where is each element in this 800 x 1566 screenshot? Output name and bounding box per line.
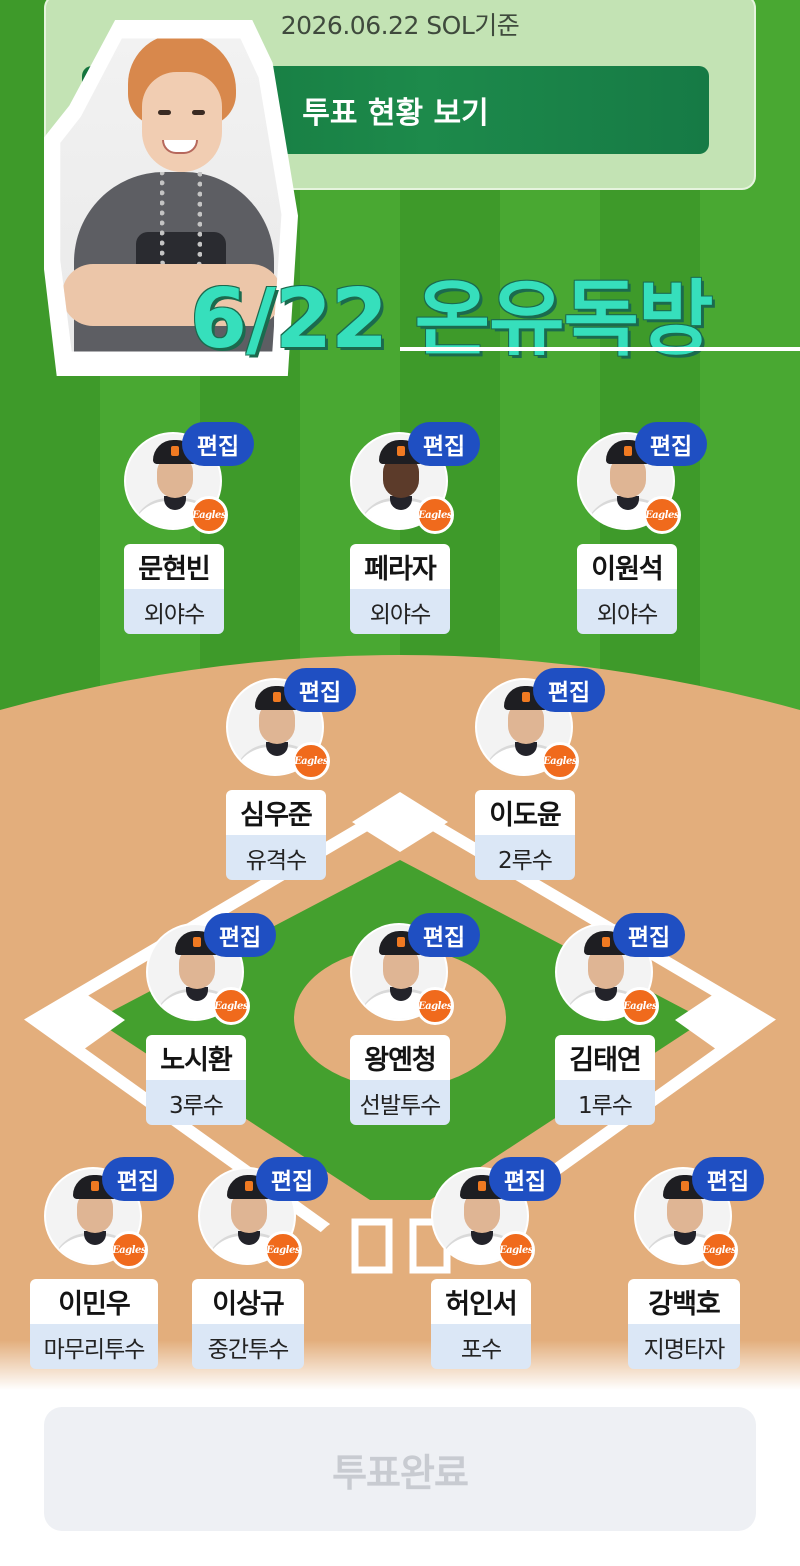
player-card: 노시환 3루수 — [146, 1035, 246, 1125]
player-name: 문현빈 — [124, 544, 224, 589]
player-name: 왕옌청 — [350, 1035, 450, 1080]
player-name: 심우준 — [226, 790, 326, 835]
player-name: 강백호 — [628, 1279, 740, 1324]
player-name: 허인서 — [431, 1279, 531, 1324]
team-logo-icon: Eagles — [700, 1231, 738, 1269]
player-name: 이민우 — [30, 1279, 158, 1324]
team-logo-icon: Eagles — [212, 987, 250, 1025]
edit-button[interactable]: 편집 — [533, 668, 605, 712]
edit-button[interactable]: 편집 — [182, 422, 254, 466]
player-position: 3루수 — [146, 1080, 246, 1125]
player-name: 이상규 — [192, 1279, 304, 1324]
team-logo-icon: Eagles — [110, 1231, 148, 1269]
player-card: 문현빈 외야수 — [124, 544, 224, 634]
player-position: 지명타자 — [628, 1324, 740, 1369]
player-card: 이원석 외야수 — [577, 544, 677, 634]
title-underline — [400, 347, 800, 351]
player-position: 유격수 — [226, 835, 326, 880]
edit-button[interactable]: 편집 — [692, 1157, 764, 1201]
team-logo-icon: Eagles — [264, 1231, 302, 1269]
team-logo-icon: Eagles — [643, 496, 681, 534]
player-card: 강백호 지명타자 — [628, 1279, 740, 1369]
edit-button[interactable]: 편집 — [408, 913, 480, 957]
player-name: 이원석 — [577, 544, 677, 589]
player-card: 김태연 1루수 — [555, 1035, 655, 1125]
player-card: 이도윤 2루수 — [475, 790, 575, 880]
player-card: 허인서 포수 — [431, 1279, 531, 1369]
edit-button[interactable]: 편집 — [635, 422, 707, 466]
edit-button[interactable]: 편집 — [284, 668, 356, 712]
team-logo-icon: Eagles — [416, 987, 454, 1025]
player-card: 이민우 마무리투수 — [30, 1279, 158, 1369]
player-position: 외야수 — [577, 589, 677, 634]
team-logo-icon: Eagles — [497, 1231, 535, 1269]
player-card: 이상규 중간투수 — [192, 1279, 304, 1369]
team-logo-icon: Eagles — [416, 496, 454, 534]
player-card: 페라자 외야수 — [350, 544, 450, 634]
player-position: 1루수 — [555, 1080, 655, 1125]
edit-button[interactable]: 편집 — [102, 1157, 174, 1201]
player-card: 심우준 유격수 — [226, 790, 326, 880]
player-name: 노시환 — [146, 1035, 246, 1080]
team-logo-icon: Eagles — [541, 742, 579, 780]
edit-button[interactable]: 편집 — [489, 1157, 561, 1201]
page-title: 6/22 온유독방 — [190, 272, 713, 367]
team-logo-icon: Eagles — [190, 496, 228, 534]
player-position: 선발투수 — [350, 1080, 450, 1125]
vote-complete-button[interactable]: 투표완료 — [44, 1407, 756, 1531]
edit-button[interactable]: 편집 — [256, 1157, 328, 1201]
player-position: 외야수 — [124, 589, 224, 634]
player-position: 2루수 — [475, 835, 575, 880]
edit-button[interactable]: 편집 — [613, 913, 685, 957]
edit-button[interactable]: 편집 — [204, 913, 276, 957]
player-name: 이도윤 — [475, 790, 575, 835]
team-logo-icon: Eagles — [292, 742, 330, 780]
player-position: 외야수 — [350, 589, 450, 634]
player-name: 김태연 — [555, 1035, 655, 1080]
player-position: 중간투수 — [192, 1324, 304, 1369]
player-card: 왕옌청 선발투수 — [350, 1035, 450, 1125]
player-position: 포수 — [431, 1324, 531, 1369]
player-position: 마무리투수 — [30, 1324, 158, 1369]
team-logo-icon: Eagles — [621, 987, 659, 1025]
player-name: 페라자 — [350, 544, 450, 589]
edit-button[interactable]: 편집 — [408, 422, 480, 466]
